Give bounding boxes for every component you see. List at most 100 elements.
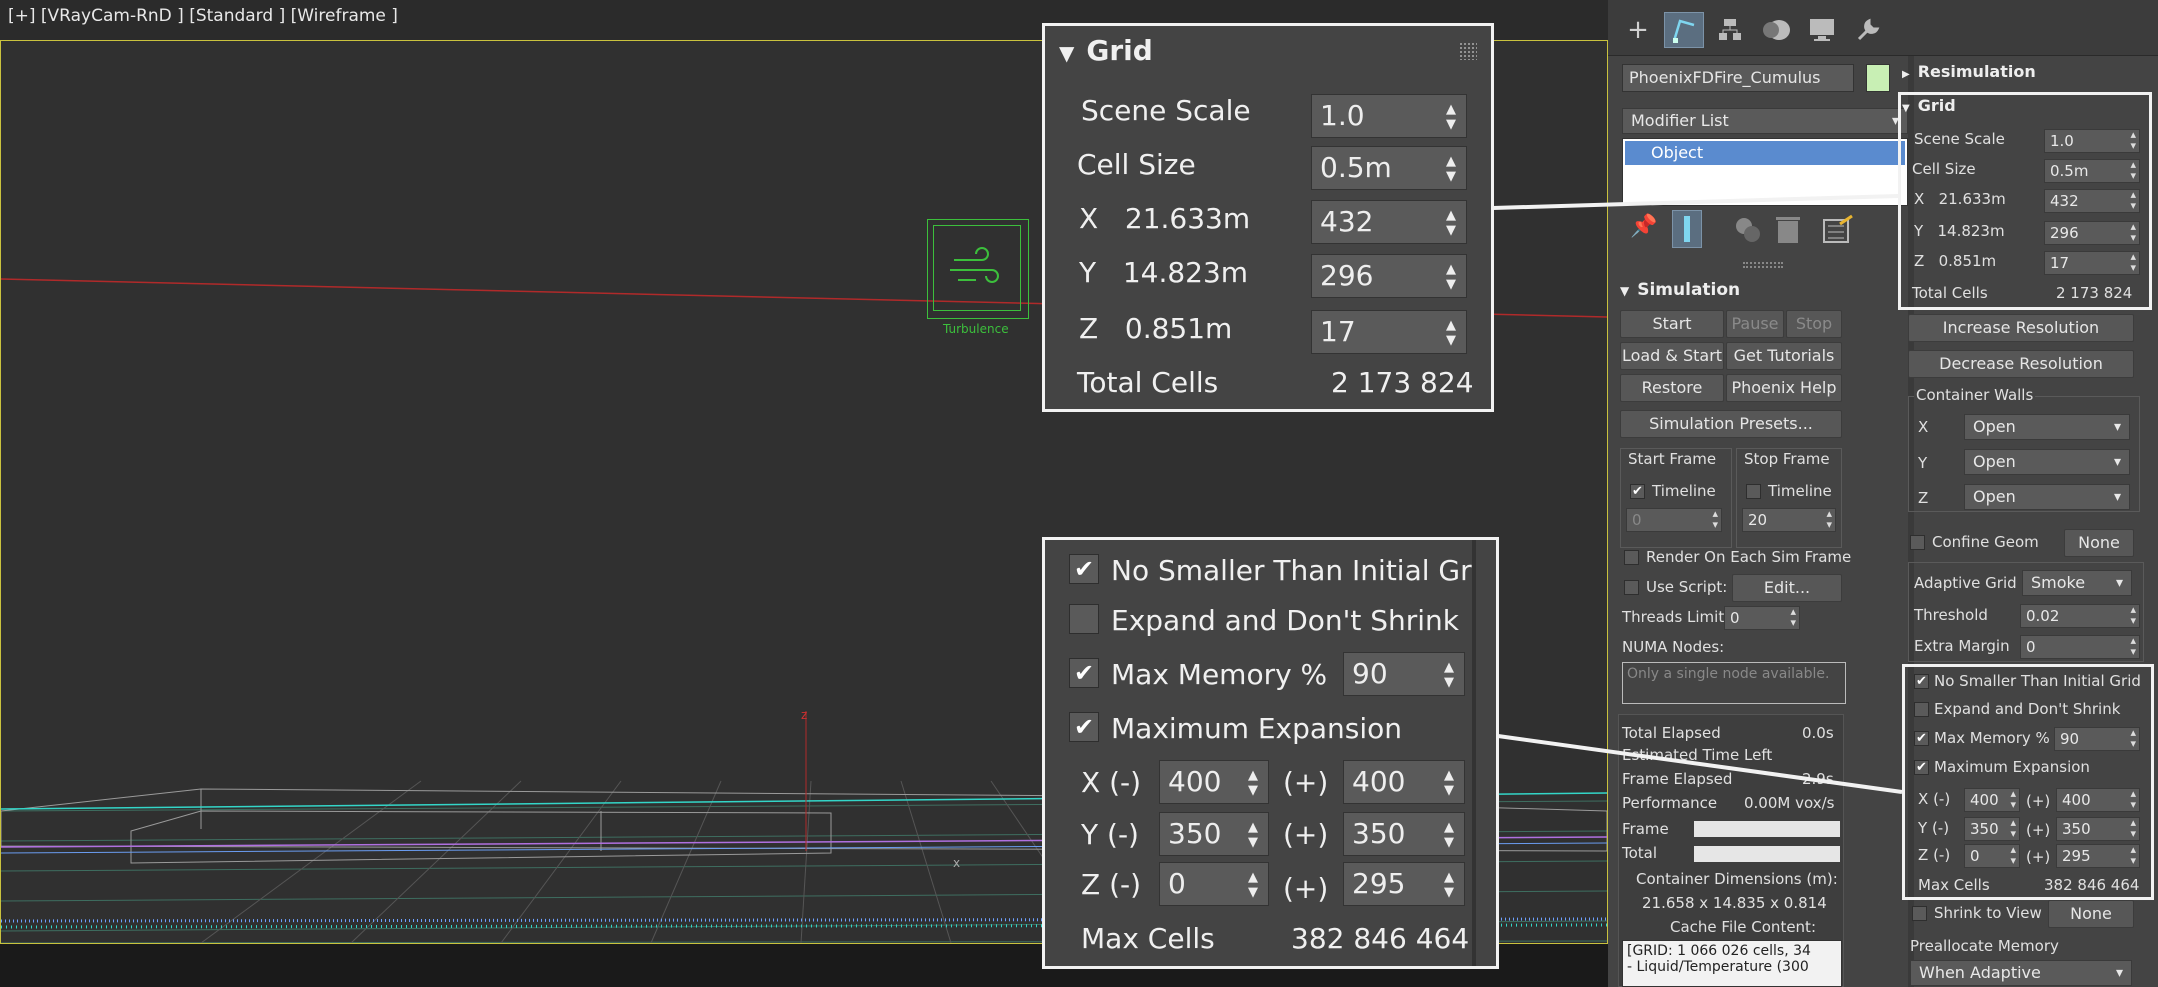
threads-spinner[interactable]: 0	[1724, 606, 1800, 630]
no-smaller-label: No Smaller Than Initial Grid	[1111, 554, 1473, 587]
max-memory-checkbox[interactable]: ✔	[1069, 658, 1099, 688]
grid-zoom-drag-handle[interactable]	[1459, 42, 1477, 60]
modifier-list-dropdown[interactable]: Modifier List	[1622, 108, 1908, 134]
grid-zoom-header[interactable]: ▼ Grid	[1059, 34, 1153, 67]
render-each-checkbox[interactable]	[1624, 550, 1639, 565]
preallocate-label: Preallocate Memory	[1910, 937, 2059, 955]
x-minus-spinner[interactable]: 400	[1159, 760, 1269, 804]
make-unique-icon[interactable]	[1732, 214, 1764, 246]
panel-splitter[interactable]	[1743, 262, 1783, 268]
simulation-header[interactable]: ▼ Simulation	[1620, 280, 1740, 300]
max-cells-value: 382 846 464	[1291, 922, 1470, 955]
total-cells-label: Total Cells	[1077, 366, 1219, 399]
total-elapsed-value: 0.0s	[1802, 724, 1834, 742]
viewport-label[interactable]: [+] [VRayCam-RnD ] [Standard ] [Wirefram…	[8, 6, 398, 26]
z-size-label: Z 0.851m	[1079, 312, 1233, 345]
pause-button[interactable]: Pause	[1726, 310, 1784, 338]
frame-elapsed-value: 2.9s	[1802, 770, 1834, 788]
stop-frame-title: Stop Frame	[1744, 450, 1830, 468]
cache-line-2: - Liquid/Temperature (300	[1627, 959, 1809, 975]
expand-dont-shrink-label: Expand and Don't Shrink	[1111, 604, 1459, 637]
edit-script-button[interactable]: Edit...	[1732, 574, 1842, 602]
turbulence-label: Turbulence	[943, 322, 1009, 336]
x-plus-spinner[interactable]: 400	[1343, 760, 1465, 804]
max-expansion-checkbox[interactable]: ✔	[1069, 712, 1099, 742]
configure-sets-icon[interactable]	[1822, 214, 1854, 246]
stop-timeline-checkbox[interactable]	[1746, 484, 1761, 499]
object-color-swatch[interactable]	[1866, 64, 1890, 92]
decrease-resolution-button[interactable]: Decrease Resolution	[1908, 350, 2134, 378]
shrink-to-view-checkbox[interactable]	[1912, 906, 1927, 921]
display-icon[interactable]	[1802, 12, 1842, 48]
z-minus-spinner[interactable]: 0	[1159, 862, 1269, 906]
preallocate-dropdown[interactable]: When Adaptive	[1910, 960, 2132, 986]
remove-modifier-icon[interactable]	[1774, 214, 1802, 246]
wall-y-dropdown[interactable]: Open	[1964, 449, 2130, 475]
create-icon[interactable]: +	[1618, 12, 1658, 48]
max-memory-spinner[interactable]: 90	[1343, 652, 1465, 696]
simulation-presets-button[interactable]: Simulation Presets...	[1620, 410, 1842, 438]
extra-margin-label: Extra Margin	[1914, 637, 2010, 655]
threshold-spinner[interactable]: 0.02	[2020, 604, 2140, 628]
frame-progress-bar	[1694, 821, 1840, 837]
y-plus-spinner[interactable]: 350	[1343, 812, 1465, 856]
use-script-label: Use Script:	[1646, 578, 1728, 596]
max-expansion-label: Maximum Expansion	[1111, 712, 1403, 745]
phoenix-help-button[interactable]: Phoenix Help	[1726, 374, 1842, 402]
use-script-checkbox[interactable]	[1624, 580, 1639, 595]
numa-label: NUMA Nodes:	[1622, 638, 1725, 656]
no-smaller-checkbox[interactable]: ✔	[1069, 554, 1099, 584]
hierarchy-icon[interactable]	[1710, 12, 1750, 48]
stop-button[interactable]: Stop	[1786, 310, 1842, 338]
container-walls-title: Container Walls	[1914, 386, 2036, 404]
max-cells-label: Max Cells	[1081, 922, 1215, 955]
numa-field[interactable]: Only a single node available.	[1622, 662, 1846, 704]
z-plus-spinner[interactable]: 295	[1343, 862, 1465, 906]
stop-frame-spinner[interactable]: 20	[1742, 508, 1836, 532]
y-plus-label: (+)	[1283, 818, 1329, 851]
utilities-icon[interactable]	[1848, 12, 1888, 48]
cache-content-field[interactable]: [GRID: 1 066 026 cells, 34 - Liquid/Temp…	[1622, 940, 1842, 987]
y-cells-spinner[interactable]: 296	[1311, 254, 1467, 298]
expand-dont-shrink-checkbox[interactable]	[1069, 604, 1099, 634]
zoom-scrollbar[interactable]	[1472, 540, 1476, 966]
z-cells-spinner[interactable]: 17	[1311, 310, 1467, 354]
wall-x-dropdown[interactable]: Open	[1964, 414, 2130, 440]
wall-z-label: Z	[1918, 489, 1929, 507]
shrink-to-view-none-button[interactable]: None	[2048, 900, 2134, 928]
start-button[interactable]: Start	[1620, 310, 1724, 338]
get-tutorials-button[interactable]: Get Tutorials	[1726, 342, 1842, 370]
start-frame-spinner[interactable]: 0	[1626, 508, 1722, 532]
extra-margin-spinner[interactable]: 0	[2020, 635, 2140, 659]
command-panel: + PhoenixFDFire_Cumulus Modifier List Ob…	[1608, 0, 2158, 987]
scene-scale-spinner[interactable]: 1.0	[1311, 94, 1467, 138]
adaptive-grid-dropdown[interactable]: Smoke	[2022, 570, 2132, 596]
pin-stack-icon[interactable]: 📌	[1628, 214, 1660, 246]
x-plus-label: (+)	[1283, 766, 1329, 799]
cell-size-spinner[interactable]: 0.5m	[1311, 146, 1467, 190]
modify-icon[interactable]	[1664, 12, 1704, 48]
motion-icon[interactable]	[1756, 12, 1796, 48]
resimulation-header[interactable]: ▶ Resimulation	[1902, 62, 2036, 81]
y-minus-spinner[interactable]: 350	[1159, 812, 1269, 856]
shrink-to-view-label: Shrink to View	[1934, 904, 2042, 922]
wall-y-label: Y	[1918, 454, 1928, 472]
increase-resolution-button[interactable]: Increase Resolution	[1908, 314, 2134, 342]
axis-z-label: z	[801, 708, 807, 722]
turbulence-helper[interactable]	[927, 219, 1029, 319]
object-name-field[interactable]: PhoenixFDFire_Cumulus	[1622, 64, 1854, 92]
x-cells-spinner[interactable]: 432	[1311, 200, 1467, 244]
show-end-result-icon[interactable]	[1672, 210, 1702, 248]
confine-geom-checkbox[interactable]	[1910, 535, 1925, 550]
grid-highlight-box	[1898, 92, 2152, 310]
modifier-stack-item[interactable]: Object	[1625, 141, 1905, 165]
restore-button[interactable]: Restore	[1620, 374, 1724, 402]
cache-line-1: [GRID: 1 066 026 cells, 34	[1627, 943, 1811, 959]
start-timeline-checkbox[interactable]: ✔	[1630, 484, 1645, 499]
modifier-stack[interactable]: Object	[1622, 138, 1908, 206]
wind-icon	[950, 247, 999, 283]
wall-z-dropdown[interactable]: Open	[1964, 484, 2130, 510]
confine-geom-none-button[interactable]: None	[2064, 529, 2134, 557]
container-dims-label: Container Dimensions (m):	[1636, 870, 1838, 888]
load-start-button[interactable]: Load & Start	[1620, 342, 1724, 370]
